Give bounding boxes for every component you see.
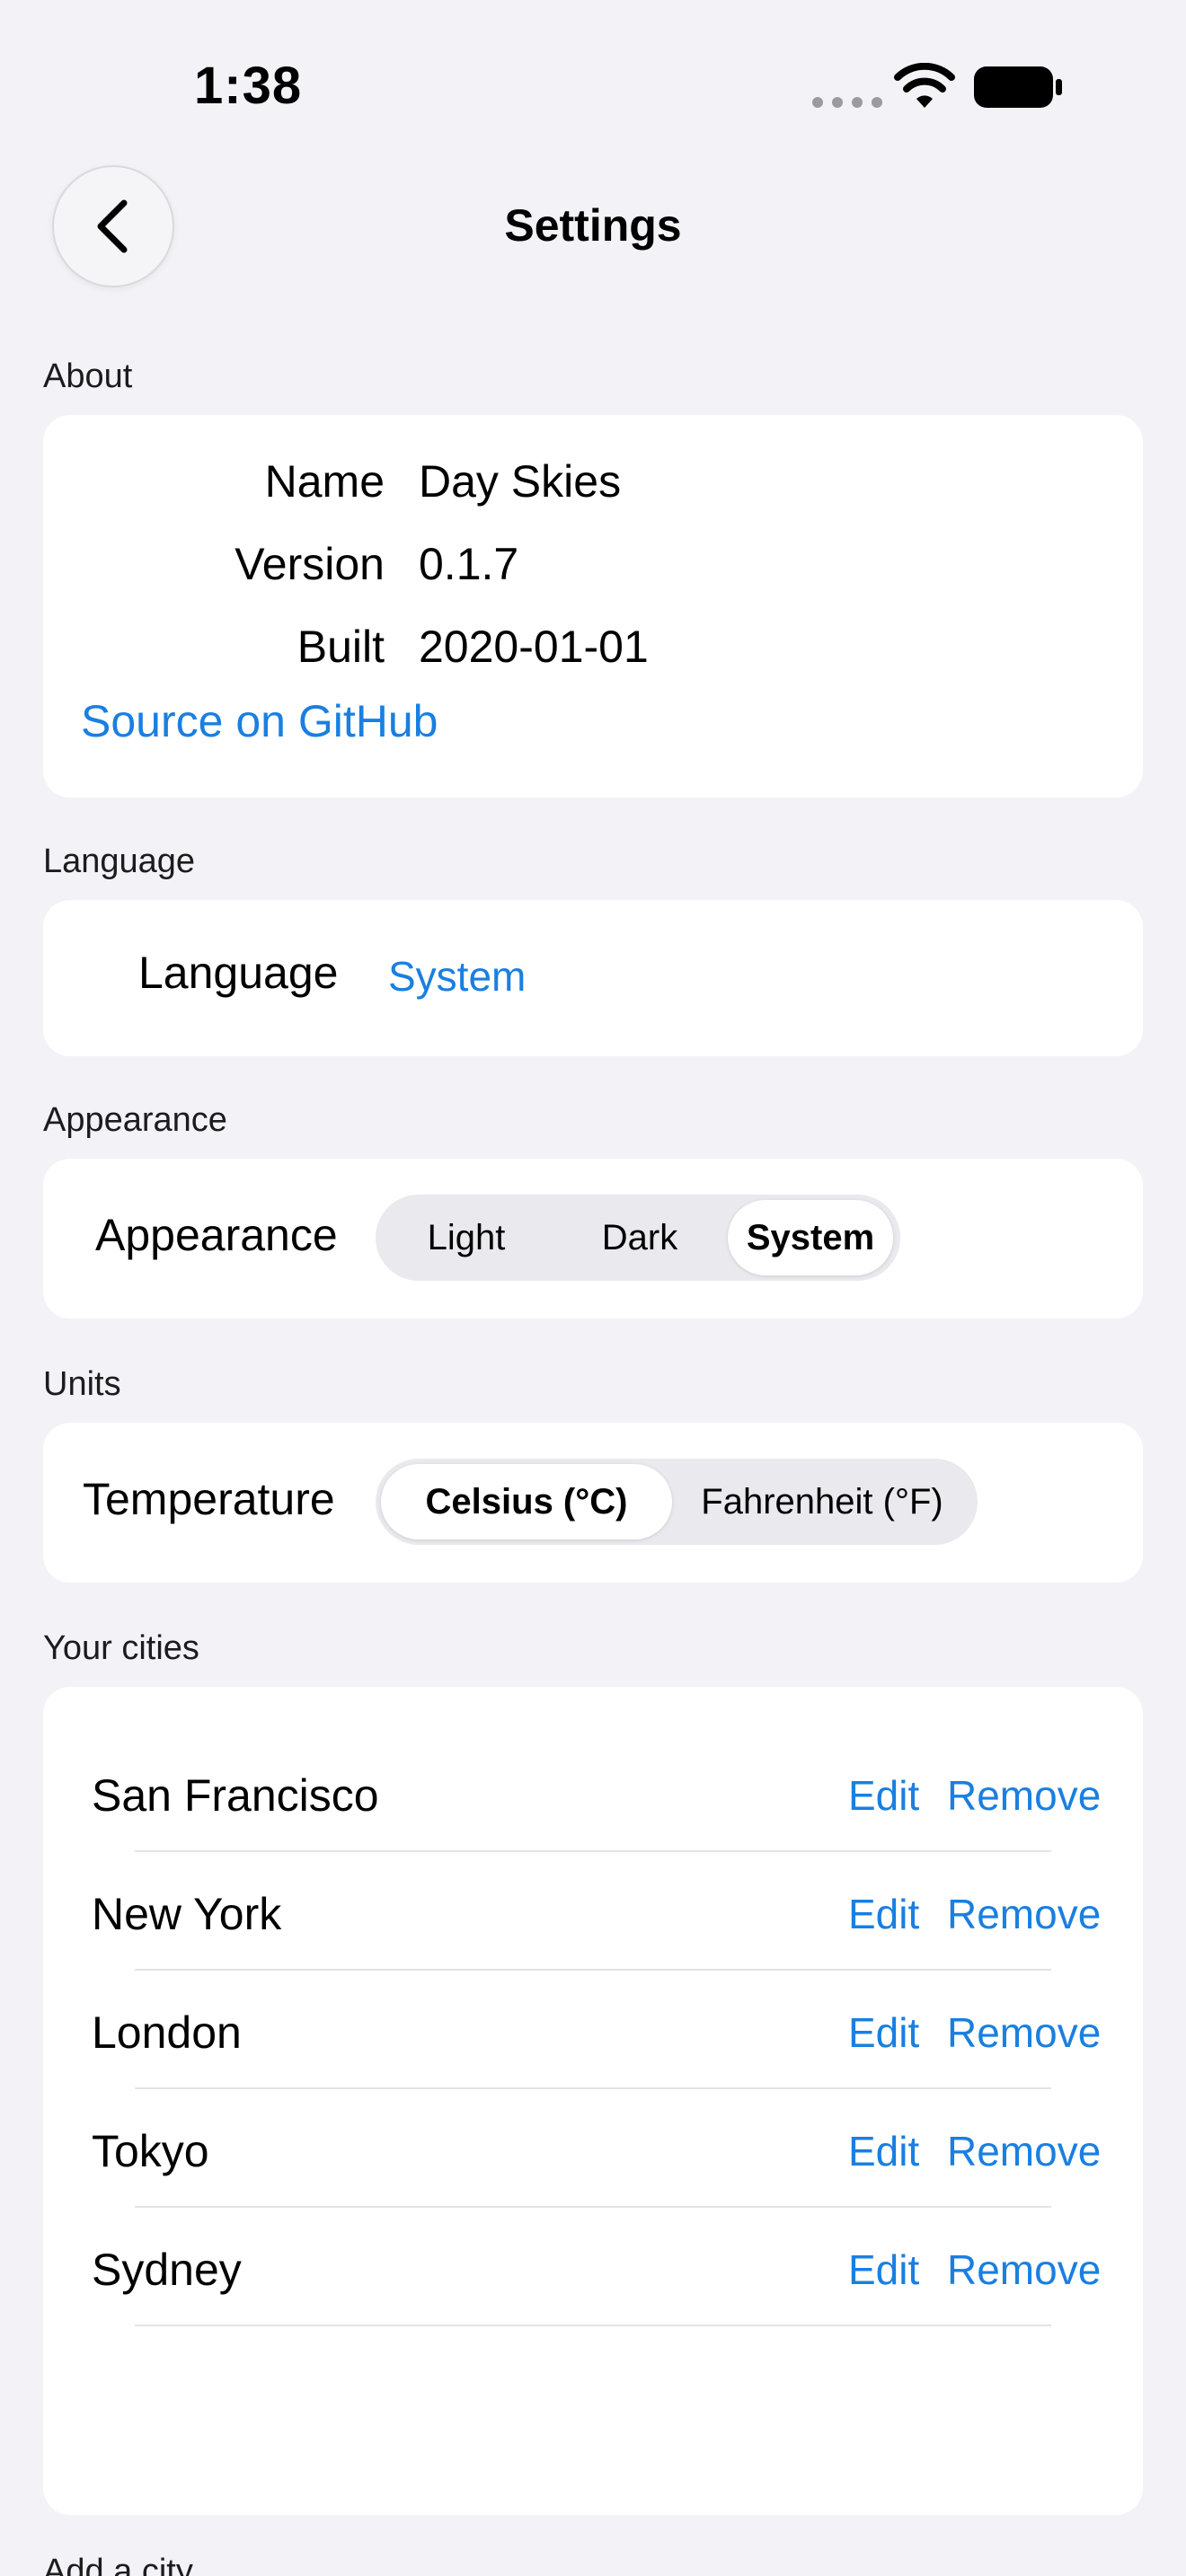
remove-city-button[interactable]: Remove bbox=[947, 1890, 1101, 1938]
about-value: 2020-01-01 bbox=[419, 622, 649, 672]
city-name: Tokyo bbox=[92, 2126, 209, 2176]
language-picker[interactable]: System bbox=[388, 952, 526, 1001]
cities-section-header: Your cities bbox=[43, 1629, 199, 1667]
edit-city-button[interactable]: Edit bbox=[848, 2127, 919, 2175]
cellular-signal-icon bbox=[812, 97, 882, 108]
remove-city-button[interactable]: Remove bbox=[947, 1771, 1101, 1820]
city-name: San Francisco bbox=[92, 1770, 379, 1821]
appearance-option-system[interactable]: System bbox=[728, 1200, 893, 1275]
status-time: 1:38 bbox=[194, 57, 303, 115]
page-title: Settings bbox=[504, 200, 682, 251]
remove-city-button[interactable]: Remove bbox=[947, 2245, 1101, 2294]
about-section-header: About bbox=[43, 357, 133, 395]
appearance-segmented-control: Light Dark System bbox=[376, 1195, 900, 1281]
about-label: Name bbox=[264, 456, 385, 507]
remove-city-button[interactable]: Remove bbox=[947, 2008, 1101, 2057]
language-card: Language System bbox=[43, 900, 1143, 1056]
about-row-name: Name Day Skies bbox=[43, 446, 1143, 517]
units-card: Temperature Celsius (°C) Fahrenheit (°F) bbox=[43, 1423, 1143, 1583]
settings-screen: 1:38 Settings About Name Day Skies Versi… bbox=[0, 0, 1186, 2576]
remove-city-button[interactable]: Remove bbox=[947, 2127, 1101, 2175]
about-row-version: Version 0.1.7 bbox=[43, 528, 1143, 600]
city-name: Sydney bbox=[92, 2245, 242, 2295]
wifi-icon bbox=[894, 63, 955, 108]
city-row: Tokyo Edit Remove bbox=[43, 2089, 1143, 2208]
appearance-label: Appearance bbox=[95, 1210, 338, 1260]
battery-icon bbox=[974, 66, 1062, 108]
source-github-link[interactable]: Source on GitHub bbox=[81, 695, 438, 747]
temperature-option-celsius[interactable]: Celsius (°C) bbox=[381, 1464, 672, 1539]
temperature-label: Temperature bbox=[83, 1474, 335, 1524]
about-card: Name Day Skies Version 0.1.7 Built 2020-… bbox=[43, 415, 1143, 798]
about-label: Built bbox=[296, 622, 385, 672]
edit-city-button[interactable]: Edit bbox=[848, 2008, 919, 2057]
about-label: Version bbox=[235, 539, 385, 589]
cities-card: San Francisco Edit Remove New York Edit … bbox=[43, 1687, 1143, 2515]
language-section-header: Language bbox=[43, 842, 196, 880]
about-row-built: Built 2020-01-01 bbox=[43, 611, 1143, 683]
appearance-option-dark[interactable]: Dark bbox=[552, 1200, 728, 1275]
appearance-card: Appearance Light Dark System bbox=[43, 1159, 1143, 1319]
city-row: New York Edit Remove bbox=[43, 1852, 1143, 1971]
temperature-option-fahrenheit[interactable]: Fahrenheit (°F) bbox=[672, 1464, 972, 1539]
edit-city-button[interactable]: Edit bbox=[848, 1771, 919, 1820]
appearance-option-light[interactable]: Light bbox=[381, 1200, 552, 1275]
temperature-segmented-control: Celsius (°C) Fahrenheit (°F) bbox=[376, 1459, 978, 1545]
city-name: New York bbox=[92, 1889, 282, 1939]
edit-city-button[interactable]: Edit bbox=[848, 1890, 919, 1938]
appearance-section-header: Appearance bbox=[43, 1101, 227, 1139]
city-row: San Francisco Edit Remove bbox=[43, 1734, 1143, 1852]
units-section-header: Units bbox=[43, 1365, 121, 1403]
language-label: Language bbox=[138, 948, 339, 998]
row-divider bbox=[135, 2325, 1051, 2326]
add-city-section-header: Add a city bbox=[43, 2553, 193, 2576]
city-row: Sydney Edit Remove bbox=[43, 2208, 1143, 2326]
city-name: London bbox=[92, 2007, 242, 2058]
about-value: Day Skies bbox=[419, 456, 622, 507]
status-bar: 1:38 bbox=[0, 0, 1186, 162]
city-row: London Edit Remove bbox=[43, 1971, 1143, 2089]
edit-city-button[interactable]: Edit bbox=[848, 2245, 919, 2294]
about-value: 0.1.7 bbox=[419, 539, 519, 589]
